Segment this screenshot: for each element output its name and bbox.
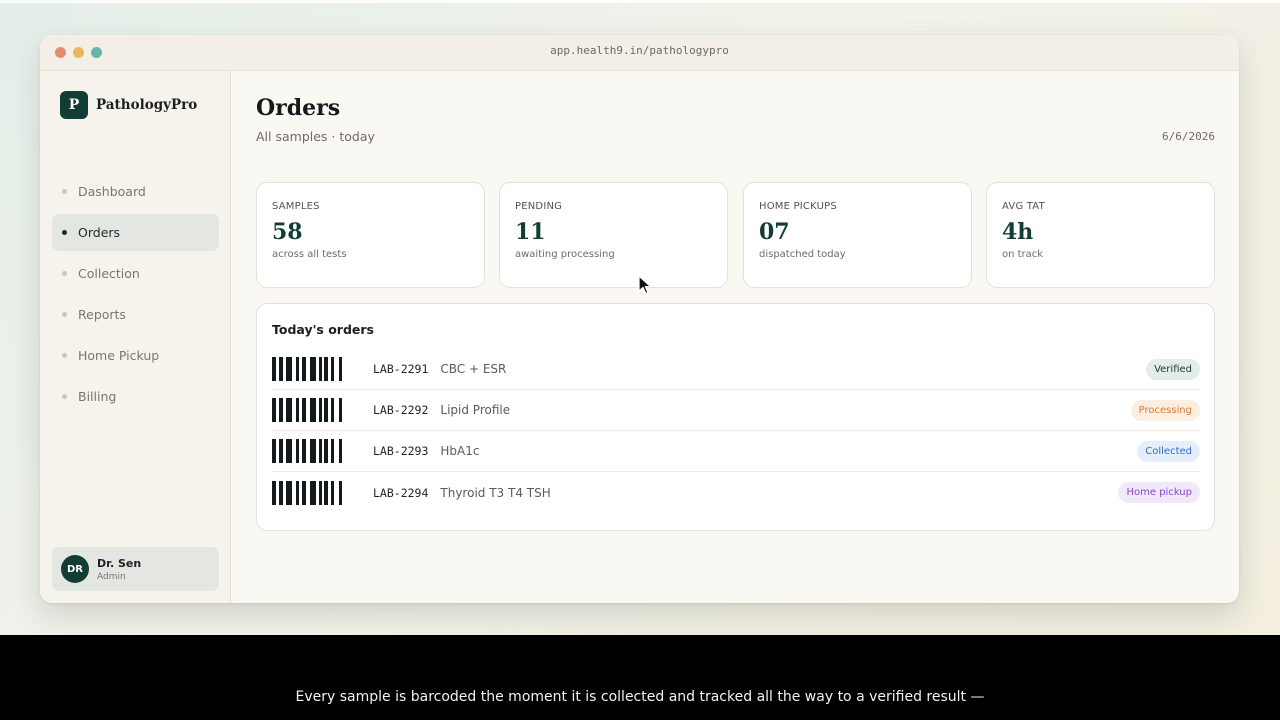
bullet-icon [62,271,67,276]
stat-value: 4h [1002,219,1034,245]
orders-list: LAB-2291 CBC + ESR Verified LAB-2292 Lip… [272,349,1200,513]
bullet-icon [62,230,67,235]
barcode-icon [272,439,358,463]
stat-value: 11 [515,219,546,245]
page-subtitle: All samples · today [256,129,375,144]
stat-label: PENDING [515,201,563,212]
stat-value: 07 [759,219,790,245]
stat-card-avg-tat: AVG TAT 4h on track [986,182,1215,288]
bullet-icon [62,189,67,194]
stat-label: SAMPLES [272,201,320,212]
stat-label: HOME PICKUPS [759,201,837,212]
bullet-icon [62,353,67,358]
sidebar-item-label: Collection [78,266,140,281]
order-test: CBC + ESR [440,362,507,376]
stat-card-pending: PENDING 11 awaiting processing [499,182,728,288]
mouse-cursor-icon [638,275,652,295]
status-badge: Home pickup [1118,482,1200,503]
top-edge [0,0,1280,3]
status-badge: Collected [1137,441,1200,462]
status-badge: Verified [1146,359,1200,380]
order-id: LAB-2292 [373,403,429,417]
barcode-icon [272,398,358,422]
order-test: HbA1c [440,444,480,458]
page-title: Orders [256,95,341,121]
sidebar-item-collection[interactable]: Collection [52,255,219,292]
stat-caption: awaiting processing [515,249,615,260]
sidebar-item-label: Reports [78,307,126,322]
stat-label: AVG TAT [1002,201,1045,212]
main-content: Orders All samples · today 6/6/2026 SAMP… [232,71,1239,603]
user-role: Admin [97,571,126,582]
sidebar-item-label: Home Pickup [78,348,160,363]
page-date: 6/6/2026 [1162,130,1215,143]
sidebar-item-reports[interactable]: Reports [52,296,219,333]
order-test: Thyroid T3 T4 TSH [440,485,551,500]
avatar: DR [61,555,89,583]
todays-orders-card: Today's orders LAB-2291 CBC + ESR Verifi… [256,303,1215,531]
orders-title: Today's orders [272,322,375,337]
brand-name: PathologyPro [96,97,198,113]
sidebar-item-label: Orders [78,225,121,240]
stats-row: SAMPLES 58 across all tests PENDING 11 a… [256,182,1215,288]
bullet-icon [62,394,67,399]
sidebar-item-orders[interactable]: Orders [52,214,219,251]
sidebar: P PathologyPro Dashboard Orders Collecti… [40,71,231,603]
browser-titlebar: app.health9.in/pathologypro [40,35,1239,71]
sidebar-item-billing[interactable]: Billing [52,378,219,415]
order-id: LAB-2291 [373,362,429,376]
user-meta: Dr. Sen Admin [97,557,141,582]
table-row[interactable]: LAB-2293 HbA1c Collected [272,431,1200,472]
stat-caption: dispatched today [759,249,846,260]
table-row[interactable]: LAB-2294 Thyroid T3 T4 TSH Home pickup [272,472,1200,513]
app-window: app.health9.in/pathologypro P PathologyP… [40,35,1239,603]
order-test: Lipid Profile [440,403,511,417]
stat-card-home-pickups: HOME PICKUPS 07 dispatched today [743,182,972,288]
barcode-icon [272,357,358,381]
user-name: Dr. Sen [97,556,142,570]
stat-caption: on track [1002,249,1044,260]
sidebar-item-label: Billing [78,389,117,404]
caption-bar: Every sample is barcoded the moment it i… [0,635,1280,720]
caption-text: Every sample is barcoded the moment it i… [295,689,985,705]
order-id: LAB-2293 [373,444,429,458]
user-card[interactable]: DR Dr. Sen Admin [52,547,219,591]
status-badge: Processing [1130,400,1200,421]
bullet-icon [62,312,67,317]
stat-caption: across all tests [272,249,347,260]
address-bar[interactable]: app.health9.in/pathologypro [40,44,1239,57]
sidebar-nav: Dashboard Orders Collection Reports Home… [52,173,219,419]
stat-card-samples: SAMPLES 58 across all tests [256,182,485,288]
sidebar-item-dashboard[interactable]: Dashboard [52,173,219,210]
sidebar-item-home-pickup[interactable]: Home Pickup [52,337,219,374]
brand-logo-icon: P [60,91,88,119]
barcode-icon [272,480,358,505]
order-id: LAB-2294 [373,485,429,500]
table-row[interactable]: LAB-2292 Lipid Profile Processing [272,390,1200,431]
brand[interactable]: P PathologyPro [60,91,197,119]
table-row[interactable]: LAB-2291 CBC + ESR Verified [272,349,1200,390]
sidebar-item-label: Dashboard [78,184,146,199]
stat-value: 58 [272,219,303,245]
